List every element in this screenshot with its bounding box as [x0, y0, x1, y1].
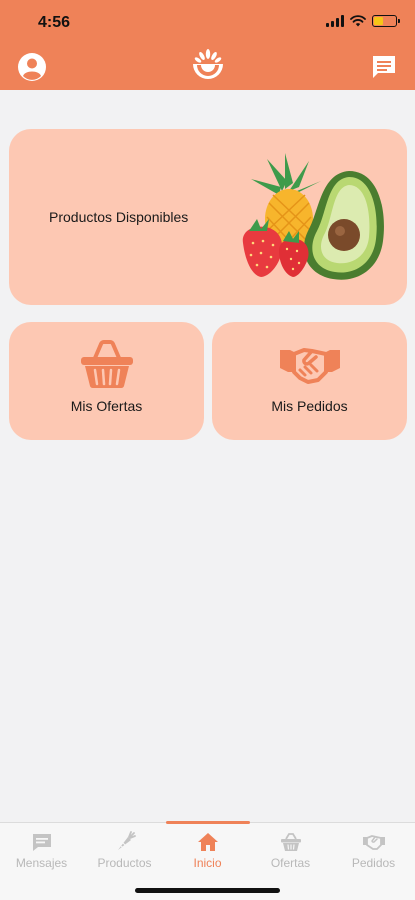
products-available-label: Productos Disponibles — [49, 209, 189, 225]
profile-icon[interactable] — [17, 52, 47, 82]
tab-mensajes[interactable]: Mensajes — [0, 831, 83, 870]
tab-label: Inicio — [193, 856, 222, 870]
tab-label: Mensajes — [15, 856, 68, 870]
tab-label: Ofertas — [270, 856, 311, 870]
my-orders-label: Mis Pedidos — [271, 398, 348, 414]
chat-icon — [32, 834, 51, 851]
handshake-icon — [279, 348, 340, 384]
basket-icon — [280, 833, 301, 851]
signal-icon — [326, 15, 344, 27]
my-orders-card[interactable]: Mis Pedidos — [212, 322, 407, 440]
app-logo — [190, 45, 226, 81]
products-available-card[interactable]: Productos Disponibles — [9, 129, 407, 305]
carrot-icon — [117, 831, 136, 850]
tab-label: Pedidos — [351, 856, 396, 870]
handshake-icon — [362, 835, 385, 850]
basket-icon — [80, 340, 133, 389]
tab-productos[interactable]: Productos — [83, 831, 166, 870]
status-time: 4:56 — [38, 14, 71, 31]
my-offers-label: Mis Ofertas — [70, 398, 143, 414]
active-tab-indicator — [166, 821, 250, 824]
tab-label: Productos — [97, 856, 152, 870]
battery-icon — [372, 15, 400, 27]
home-indicator — [135, 888, 280, 893]
home-icon — [197, 833, 218, 851]
app-header: 4:56 — [0, 0, 415, 90]
status-icons — [326, 15, 400, 27]
tab-ofertas[interactable]: Ofertas — [249, 831, 332, 870]
message-icon[interactable] — [371, 54, 397, 80]
fruits-illustration — [242, 153, 384, 280]
wifi-icon — [350, 15, 366, 27]
tab-inicio[interactable]: Inicio — [166, 831, 249, 870]
tab-pedidos[interactable]: Pedidos — [332, 831, 415, 870]
my-offers-card[interactable]: Mis Ofertas — [9, 322, 204, 440]
